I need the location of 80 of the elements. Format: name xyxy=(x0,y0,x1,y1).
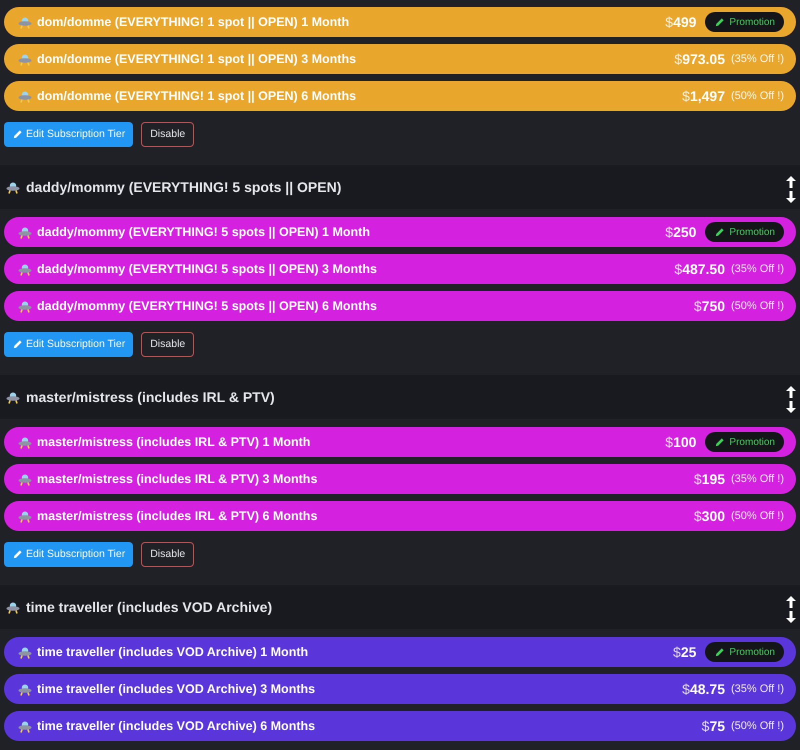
tier-price: $499 xyxy=(665,12,696,32)
tier-label: master/mistress (includes IRL & PTV) 6 Months xyxy=(37,508,318,525)
ufo-icon xyxy=(18,510,32,522)
ufo-icon xyxy=(6,600,20,614)
disable-button[interactable]: Disable xyxy=(141,332,194,357)
section-title: master/mistress (includes IRL & PTV) xyxy=(26,388,275,407)
tier-row[interactable]: daddy/mommy (EVERYTHING! 5 spots || OPEN) 6 Months $750 (50% Off !) xyxy=(4,291,796,321)
pencil-icon xyxy=(714,646,726,658)
tier-label: dom/domme (EVERYTHING! 1 spot || OPEN) 3 Months xyxy=(37,50,356,68)
disable-button[interactable]: Disable xyxy=(141,122,194,147)
tier-row[interactable]: master/mistress (includes IRL & PTV) 3 Months $195 (35% Off !) xyxy=(4,464,796,494)
ufo-icon xyxy=(6,390,20,404)
tier-price: $1,497 xyxy=(682,86,726,106)
tier-label: dom/domme (EVERYTHING! 1 spot || OPEN) 6 Months xyxy=(37,88,356,105)
section-title: daddy/mommy (EVERYTHING! 5 spots || OPEN) xyxy=(26,178,342,198)
tier-row[interactable]: master/mistress (includes IRL & PTV) 6 Months $300 (50% Off !) xyxy=(4,501,796,531)
discount-label: (35% Off !) xyxy=(731,52,784,67)
pencil-icon xyxy=(714,16,726,28)
discount-label: (50% Off !) xyxy=(731,718,784,734)
ufo-icon xyxy=(18,472,32,486)
pencil-icon xyxy=(12,129,23,140)
down-arrow-icon[interactable] xyxy=(786,190,796,202)
ufo-icon xyxy=(18,52,32,66)
tier-price: $487.50 xyxy=(674,260,726,278)
ufo-icon xyxy=(18,720,32,732)
promotion-button[interactable]: Promotion xyxy=(705,222,784,242)
tier-row[interactable]: master/mistress (includes IRL & PTV) 1 Month $100 Promotion xyxy=(4,427,796,457)
disable-button[interactable]: Disable xyxy=(141,542,194,567)
tier-label: master/mistress (includes IRL & PTV) 1 Month xyxy=(37,434,310,451)
tier-price: $973.05 xyxy=(674,50,726,68)
discount-label: (50% Off !) xyxy=(731,298,784,314)
up-arrow-icon[interactable] xyxy=(786,596,796,608)
discount-label: (35% Off !) xyxy=(731,262,784,277)
ufo-icon xyxy=(18,16,32,28)
down-arrow-icon[interactable] xyxy=(786,610,796,622)
discount-label: (35% Off !) xyxy=(731,682,784,697)
section-title: time traveller (includes VOD Archive) xyxy=(26,598,272,617)
tier-row[interactable]: time traveller (includes VOD Archive) 3 Months $48.75 (35% Off !) xyxy=(4,674,796,704)
tier-price: $300 xyxy=(694,506,726,526)
tier-label: daddy/mommy (EVERYTHING! 5 spots || OPEN) 6 Months xyxy=(37,298,377,315)
tier-price: $195 xyxy=(694,470,726,488)
tier-label: time traveller (includes VOD Archive) 3 Months xyxy=(37,680,316,698)
ufo-icon xyxy=(18,90,32,102)
tier-label: time traveller (includes VOD Archive) 6 Months xyxy=(37,718,316,735)
discount-label: (35% Off !) xyxy=(731,472,784,487)
promotion-button[interactable]: Promotion xyxy=(705,432,784,452)
tier-price: $250 xyxy=(665,222,696,242)
tier-price: $48.75 xyxy=(682,680,726,698)
ufo-icon xyxy=(18,682,32,696)
pencil-icon xyxy=(714,436,726,448)
up-arrow-icon[interactable] xyxy=(786,386,796,398)
tier-row[interactable]: daddy/mommy (EVERYTHING! 5 spots || OPEN) 1 Month $250 Promotion xyxy=(4,217,796,247)
pencil-icon xyxy=(12,549,23,560)
promotion-button[interactable]: Promotion xyxy=(705,642,784,662)
ufo-icon xyxy=(18,226,32,238)
tier-price: $25 xyxy=(673,642,696,662)
tier-row[interactable]: daddy/mommy (EVERYTHING! 5 spots || OPEN) 3 Months $487.50 (35% Off !) xyxy=(4,254,796,284)
ufo-icon xyxy=(6,180,20,194)
tier-row[interactable]: dom/domme (EVERYTHING! 1 spot || OPEN) 1 Month $499 Promotion xyxy=(4,7,796,37)
ufo-icon xyxy=(18,262,32,276)
tier-row[interactable]: time traveller (includes VOD Archive) 1 Month $25 Promotion xyxy=(4,637,796,667)
tier-price: $75 xyxy=(702,716,726,736)
tier-price: $750 xyxy=(694,296,726,316)
ufo-icon xyxy=(18,646,32,658)
tier-row[interactable]: time traveller (includes VOD Archive) 6 Months $75 (50% Off !) xyxy=(4,711,796,741)
discount-label: (50% Off !) xyxy=(731,88,784,104)
tier-label: time traveller (includes VOD Archive) 1 Month xyxy=(37,644,308,661)
discount-label: (50% Off !) xyxy=(731,508,784,524)
ufo-icon xyxy=(18,436,32,448)
pencil-icon xyxy=(714,226,726,238)
promotion-button[interactable]: Promotion xyxy=(705,12,784,32)
up-arrow-icon[interactable] xyxy=(786,176,796,188)
tier-label: daddy/mommy (EVERYTHING! 5 spots || OPEN) 3 Months xyxy=(37,260,377,278)
ufo-icon xyxy=(18,300,32,312)
tier-label: master/mistress (includes IRL & PTV) 3 Months xyxy=(37,470,318,488)
tier-price: $100 xyxy=(665,432,696,452)
pencil-icon xyxy=(12,339,23,350)
tier-label: daddy/mommy (EVERYTHING! 5 spots || OPEN) 1 Month xyxy=(37,224,370,241)
down-arrow-icon[interactable] xyxy=(786,400,796,412)
tier-label: dom/domme (EVERYTHING! 1 spot || OPEN) 1 Month xyxy=(37,14,350,31)
